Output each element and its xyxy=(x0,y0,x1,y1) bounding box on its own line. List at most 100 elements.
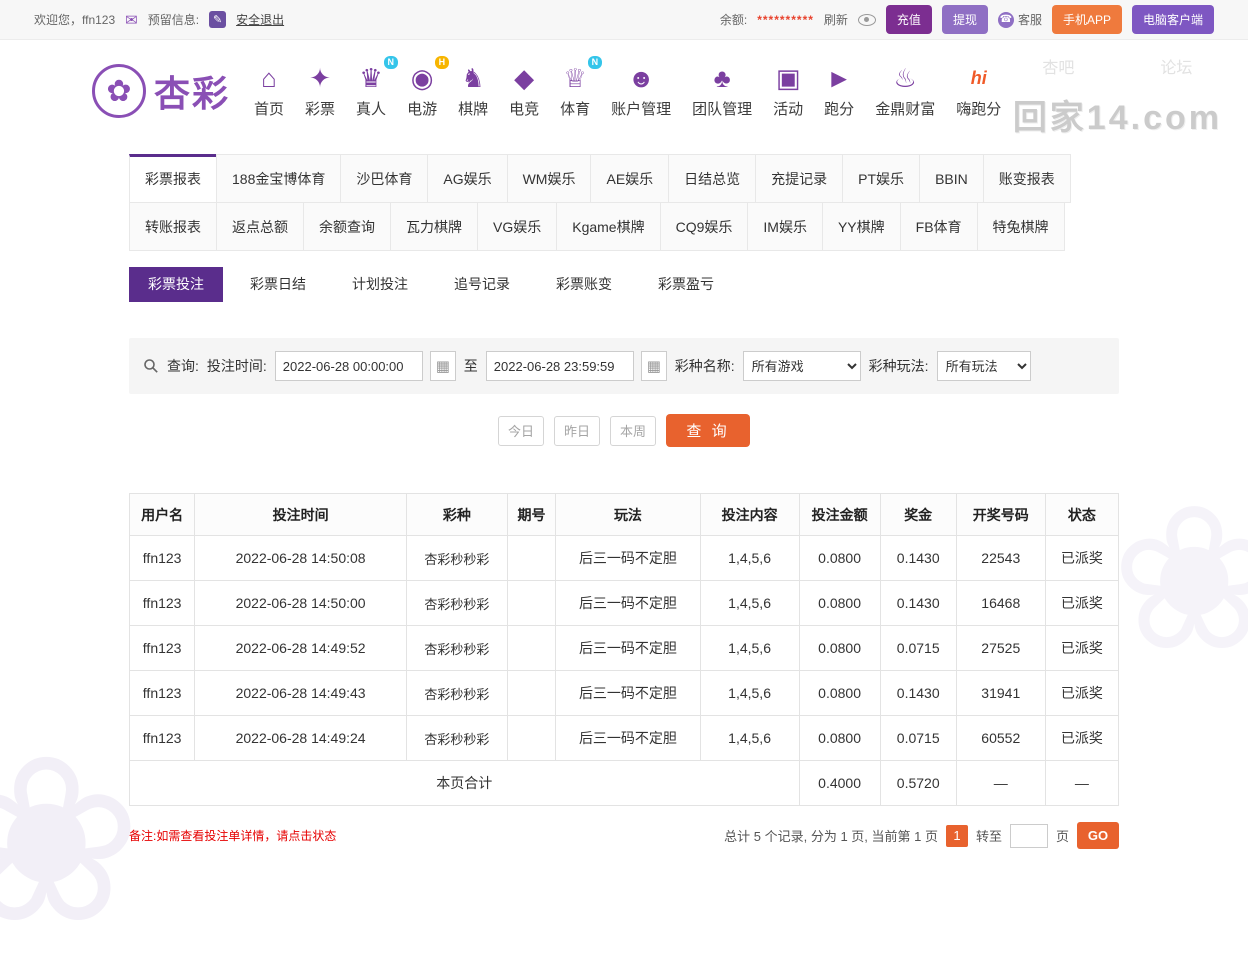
pc-client-button[interactable]: 电脑客户端 xyxy=(1132,5,1214,34)
cell-draw-number: 27525 xyxy=(956,626,1045,671)
hot-badge: H xyxy=(435,56,450,69)
sub-tab-active[interactable]: 彩票投注 xyxy=(129,267,223,302)
pagination-summary: 总计 5 个记录, 分为 1 页, 当前第 1 页 xyxy=(724,826,938,845)
time-from-input[interactable] xyxy=(275,351,423,381)
report-tab[interactable]: AE娱乐 xyxy=(590,154,669,203)
report-tab[interactable]: 瓦力棋牌 xyxy=(390,202,478,251)
nav-item-account[interactable]: ☻ 账户管理 xyxy=(611,63,671,119)
this-week-button[interactable]: 本周 xyxy=(610,416,656,446)
search-button[interactable]: 查 询 xyxy=(666,414,750,447)
current-page-badge[interactable]: 1 xyxy=(946,825,968,847)
report-tab[interactable]: 返点总额 xyxy=(216,202,304,251)
report-tab[interactable]: 余额查询 xyxy=(303,202,391,251)
report-tab[interactable]: PT娱乐 xyxy=(842,154,920,203)
mobile-app-button[interactable]: 手机APP xyxy=(1052,5,1122,34)
site-logo[interactable]: ✿ 杏彩 xyxy=(92,64,230,118)
nav-item-paofen[interactable]: ► 跑分 xyxy=(824,63,854,119)
to-label: 至 xyxy=(464,356,478,376)
activity-gift-icon: ▣ xyxy=(774,63,802,93)
cell-draw-number: 31941 xyxy=(956,671,1045,716)
yesterday-button[interactable]: 昨日 xyxy=(554,416,600,446)
sub-tab[interactable]: 计划投注 xyxy=(333,267,427,302)
sub-tab[interactable]: 追号记录 xyxy=(435,267,529,302)
report-tab[interactable]: 特兔棋牌 xyxy=(977,202,1065,251)
nav-label: 真人 xyxy=(356,98,386,119)
cell-status[interactable]: 已派奖 xyxy=(1045,716,1118,761)
cell-play: 后三一码不定胆 xyxy=(556,581,700,626)
today-button[interactable]: 今日 xyxy=(498,416,544,446)
report-tab[interactable]: AG娱乐 xyxy=(427,154,507,203)
cell-content: 1,4,5,6 xyxy=(700,671,799,716)
cell-status[interactable]: 已派奖 xyxy=(1045,626,1118,671)
nav-item-live[interactable]: ♛N 真人 xyxy=(356,63,386,119)
calendar-icon[interactable]: ▦ xyxy=(430,351,456,381)
report-tab[interactable]: WM娱乐 xyxy=(507,154,592,203)
edit-icon[interactable]: ✎ xyxy=(209,11,226,28)
report-tab[interactable]: 转账报表 xyxy=(129,202,217,251)
cell-status[interactable]: 已派奖 xyxy=(1045,671,1118,716)
nav-item-lottery[interactable]: ✦ 彩票 xyxy=(305,63,335,119)
live-person-icon: ♛N xyxy=(357,63,385,93)
nav-item-egames[interactable]: ◉H 电游 xyxy=(407,63,437,119)
col-header-lottery: 彩种 xyxy=(406,494,507,536)
cell-prize: 0.0715 xyxy=(880,626,956,671)
nav-label: 电竞 xyxy=(509,98,539,119)
report-tab[interactable]: 沙巴体育 xyxy=(340,154,428,203)
bet-time-label: 投注时间: xyxy=(207,356,267,376)
sub-tab[interactable]: 彩票账变 xyxy=(537,267,631,302)
report-tab[interactable]: 188金宝博体育 xyxy=(216,154,341,203)
customer-service-link[interactable]: ☎ 客服 xyxy=(998,11,1042,28)
report-tab[interactable]: YY棋牌 xyxy=(822,202,901,251)
report-tab[interactable]: 账变报表 xyxy=(983,154,1071,203)
welcome-text: 欢迎您，ffn123 xyxy=(34,11,115,28)
withdraw-button[interactable]: 提现 xyxy=(942,5,988,34)
lottery-select[interactable]: 所有游戏 xyxy=(743,351,861,381)
chess-icon: ♞ xyxy=(459,63,487,93)
search-icon xyxy=(143,358,159,374)
sub-tab[interactable]: 彩票盈亏 xyxy=(639,267,733,302)
report-tab[interactable]: 充提记录 xyxy=(755,154,843,203)
nav-item-chess[interactable]: ♞ 棋牌 xyxy=(458,63,488,119)
nav-label: 嗨跑分 xyxy=(956,98,1001,119)
cell-play: 后三一码不定胆 xyxy=(556,626,700,671)
eye-icon[interactable] xyxy=(858,14,876,26)
cell-lottery: 杏彩秒秒彩 xyxy=(406,581,507,626)
time-to-input[interactable] xyxy=(486,351,634,381)
cell-status[interactable]: 已派奖 xyxy=(1045,581,1118,626)
logout-link[interactable]: 安全退出 xyxy=(236,11,284,28)
col-header-status: 状态 xyxy=(1045,494,1118,536)
mail-icon[interactable]: ✉ xyxy=(125,11,138,29)
report-tab[interactable]: VG娱乐 xyxy=(477,202,557,251)
report-tab[interactable]: IM娱乐 xyxy=(747,202,823,251)
page-unit-label: 页 xyxy=(1056,826,1069,845)
report-tab[interactable]: BBIN xyxy=(919,154,984,203)
nav-item-activity[interactable]: ▣ 活动 xyxy=(773,63,803,119)
col-header-bet-time: 投注时间 xyxy=(195,494,407,536)
report-tab[interactable]: FB体育 xyxy=(900,202,978,251)
report-tab[interactable]: 日结总览 xyxy=(668,154,756,203)
refresh-link[interactable]: 刷新 xyxy=(824,11,848,28)
cell-status[interactable]: 已派奖 xyxy=(1045,536,1118,581)
play-type-select[interactable]: 所有玩法 xyxy=(937,351,1031,381)
nav-item-home[interactable]: ⌂ 首页 xyxy=(254,63,284,119)
nav-item-hipaofen[interactable]: hi 嗨跑分 xyxy=(956,63,1001,119)
recharge-button[interactable]: 充值 xyxy=(886,5,932,34)
table-header-row: 用户名 投注时间 彩种 期号 玩法 投注内容 投注金额 奖金 开奖号码 状态 xyxy=(130,494,1119,536)
nav-item-wealth[interactable]: ♨ 金鼎财富 xyxy=(875,63,935,119)
cell-lottery: 杏彩秒秒彩 xyxy=(406,671,507,716)
calendar-icon[interactable]: ▦ xyxy=(641,351,667,381)
nav-item-sports[interactable]: ♕N 体育 xyxy=(560,63,590,119)
goto-page-input[interactable] xyxy=(1010,824,1048,848)
go-button[interactable]: GO xyxy=(1077,822,1119,849)
report-tab[interactable]: CQ9娱乐 xyxy=(660,202,749,251)
play-type-label: 彩种玩法: xyxy=(869,356,929,376)
report-tab[interactable]: Kgame棋牌 xyxy=(556,202,660,251)
cell-amount: 0.0800 xyxy=(799,716,880,761)
nav-label: 首页 xyxy=(254,98,284,119)
cell-prize: 0.0715 xyxy=(880,716,956,761)
report-tab-active[interactable]: 彩票报表 xyxy=(129,154,217,203)
sub-tab[interactable]: 彩票日结 xyxy=(231,267,325,302)
nav-item-esports[interactable]: ◆ 电竞 xyxy=(509,63,539,119)
nav-item-team[interactable]: ♣ 团队管理 xyxy=(692,63,752,119)
cell-issue xyxy=(507,716,555,761)
